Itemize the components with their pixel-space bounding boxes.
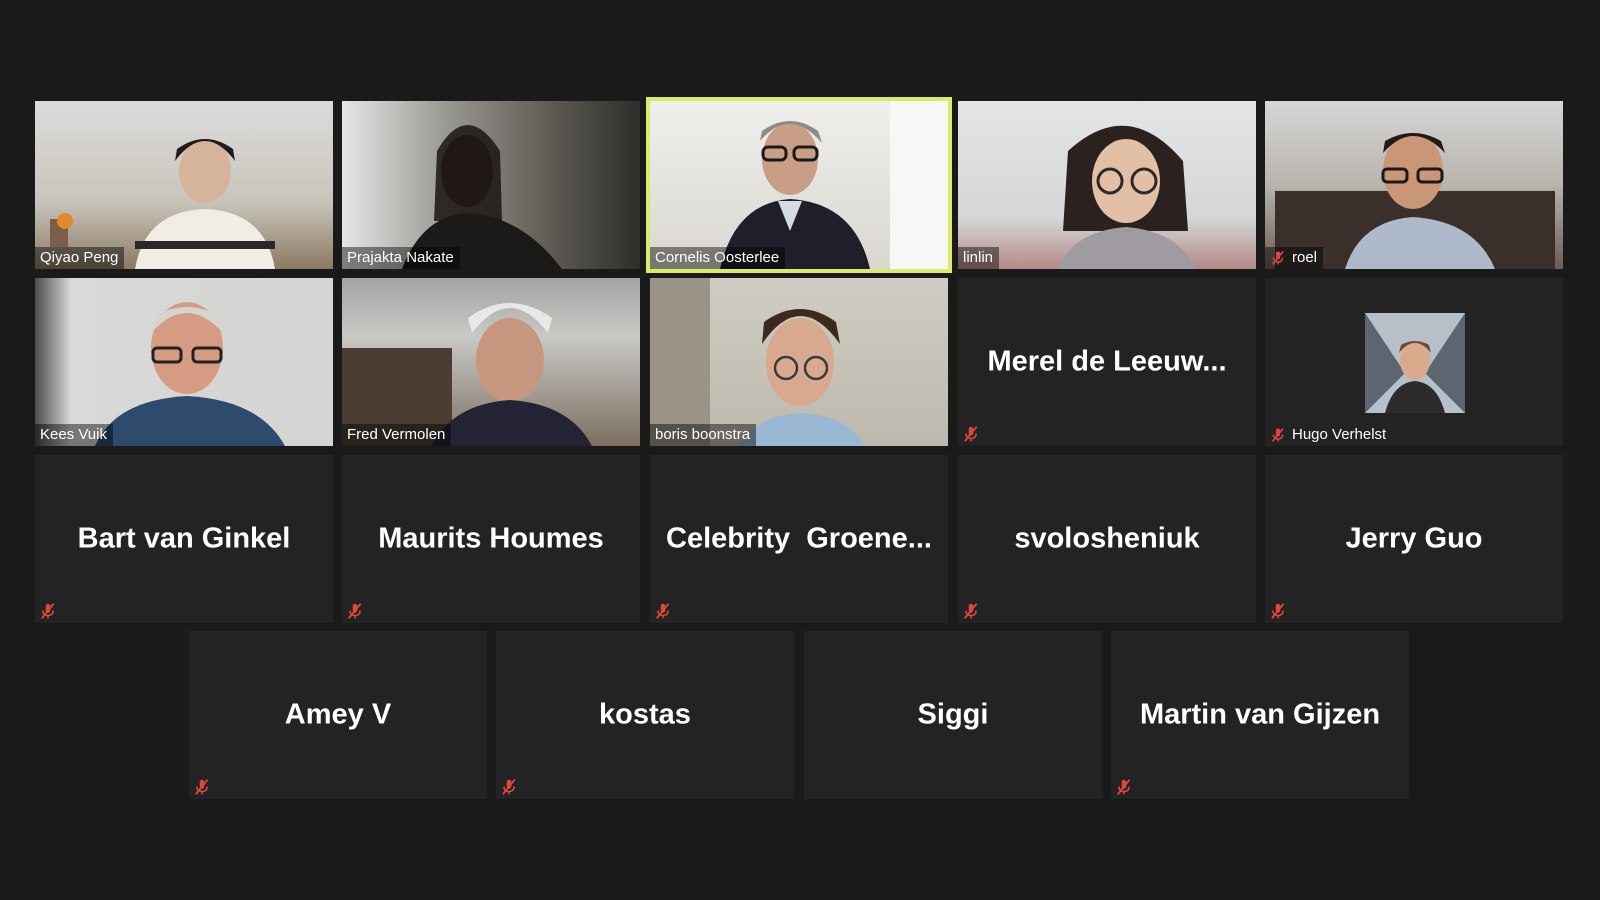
participant-name-tag: Hugo Verhelst bbox=[1265, 424, 1392, 446]
participant-name: Kees Vuik bbox=[40, 426, 107, 443]
participant-display-name: Bart van Ginkel bbox=[77, 522, 291, 555]
participant-display-name: Celebrity Groene... bbox=[666, 522, 932, 555]
video-gallery: Qiyao Peng Prajakta Nakate Cornelis Oost… bbox=[0, 0, 1600, 900]
video-tile[interactable]: Prajakta Nakate bbox=[342, 101, 640, 269]
microphone-muted-icon bbox=[1117, 779, 1131, 795]
participant-video bbox=[1275, 133, 1555, 269]
participant-name-tag: Fred Vermolen bbox=[342, 424, 452, 446]
participant-tile[interactable]: Hugo Verhelst bbox=[1265, 278, 1563, 446]
profile-picture bbox=[1365, 313, 1465, 413]
video-tile[interactable]: roel bbox=[1265, 101, 1563, 269]
participant-tile[interactable]: svolosheniuk bbox=[958, 455, 1256, 623]
video-tile[interactable]: Qiyao Peng bbox=[35, 101, 333, 269]
microphone-muted-icon bbox=[1271, 250, 1284, 266]
participant-name: Qiyao Peng bbox=[40, 249, 119, 266]
participant-video bbox=[720, 101, 948, 269]
participant-tile[interactable]: Celebrity Groene... bbox=[650, 455, 948, 623]
participant-name: Hugo Verhelst bbox=[1292, 426, 1387, 443]
participant-video bbox=[50, 139, 275, 269]
video-tile[interactable]: Fred Vermolen bbox=[342, 278, 640, 446]
participant-name-tag: Prajakta Nakate bbox=[342, 247, 460, 269]
participant-name: boris boonstra bbox=[655, 426, 751, 443]
video-tile[interactable]: Kees Vuik bbox=[35, 278, 333, 446]
participant-display-name: Jerry Guo bbox=[1345, 522, 1483, 555]
participant-name: Cornelis Oosterlee bbox=[655, 249, 780, 266]
participant-tile[interactable]: Siggi bbox=[804, 631, 1102, 799]
participant-name: roel bbox=[1292, 249, 1318, 266]
video-tile[interactable]: linlin bbox=[958, 101, 1256, 269]
participant-video bbox=[402, 125, 562, 269]
participant-name: Fred Vermolen bbox=[347, 426, 446, 443]
participant-video bbox=[1058, 125, 1196, 269]
microphone-muted-icon bbox=[656, 603, 670, 619]
microphone-muted-icon bbox=[1271, 427, 1284, 443]
participant-display-name: svolosheniuk bbox=[1014, 522, 1200, 555]
participant-tile[interactable]: Martin van Gijzen bbox=[1111, 631, 1409, 799]
participant-name-tag: Kees Vuik bbox=[35, 424, 113, 446]
participant-display-name: Siggi bbox=[917, 698, 989, 731]
participant-tile[interactable]: Jerry Guo bbox=[1265, 455, 1563, 623]
participant-video bbox=[650, 278, 865, 446]
microphone-muted-icon bbox=[502, 779, 516, 795]
participant-video bbox=[342, 303, 592, 446]
active-speaker-tile[interactable]: Cornelis Oosterlee bbox=[646, 97, 952, 273]
participant-display-name: Amey V bbox=[284, 698, 392, 731]
video-tile[interactable]: boris boonstra bbox=[650, 278, 948, 446]
participant-tile[interactable]: Amey V bbox=[189, 631, 487, 799]
participant-tile[interactable]: Bart van Ginkel bbox=[35, 455, 333, 623]
microphone-muted-icon bbox=[348, 603, 362, 619]
participant-name-tag: Qiyao Peng bbox=[35, 247, 125, 269]
participant-name-tag: roel bbox=[1265, 247, 1324, 269]
microphone-muted-icon bbox=[195, 779, 209, 795]
participant-name: Prajakta Nakate bbox=[347, 249, 454, 266]
participant-display-name: Maurits Houmes bbox=[378, 522, 604, 555]
participant-tile[interactable]: kostas bbox=[496, 631, 794, 799]
participant-name: linlin bbox=[963, 249, 994, 266]
participant-tile[interactable]: Merel de Leeuw... bbox=[958, 278, 1256, 446]
participant-name-tag: linlin bbox=[958, 247, 1000, 269]
participant-tile[interactable]: Maurits Houmes bbox=[342, 455, 640, 623]
participant-video bbox=[95, 302, 285, 446]
participant-display-name: Merel de Leeuw... bbox=[987, 345, 1227, 378]
participant-name-tag: boris boonstra bbox=[650, 424, 757, 446]
microphone-muted-icon bbox=[964, 426, 978, 442]
microphone-muted-icon bbox=[964, 603, 978, 619]
microphone-muted-icon bbox=[1271, 603, 1285, 619]
participant-display-name: Martin van Gijzen bbox=[1139, 698, 1381, 731]
participant-name-tag: Cornelis Oosterlee bbox=[650, 247, 786, 269]
microphone-muted-icon bbox=[41, 603, 55, 619]
participant-display-name: kostas bbox=[599, 698, 691, 731]
